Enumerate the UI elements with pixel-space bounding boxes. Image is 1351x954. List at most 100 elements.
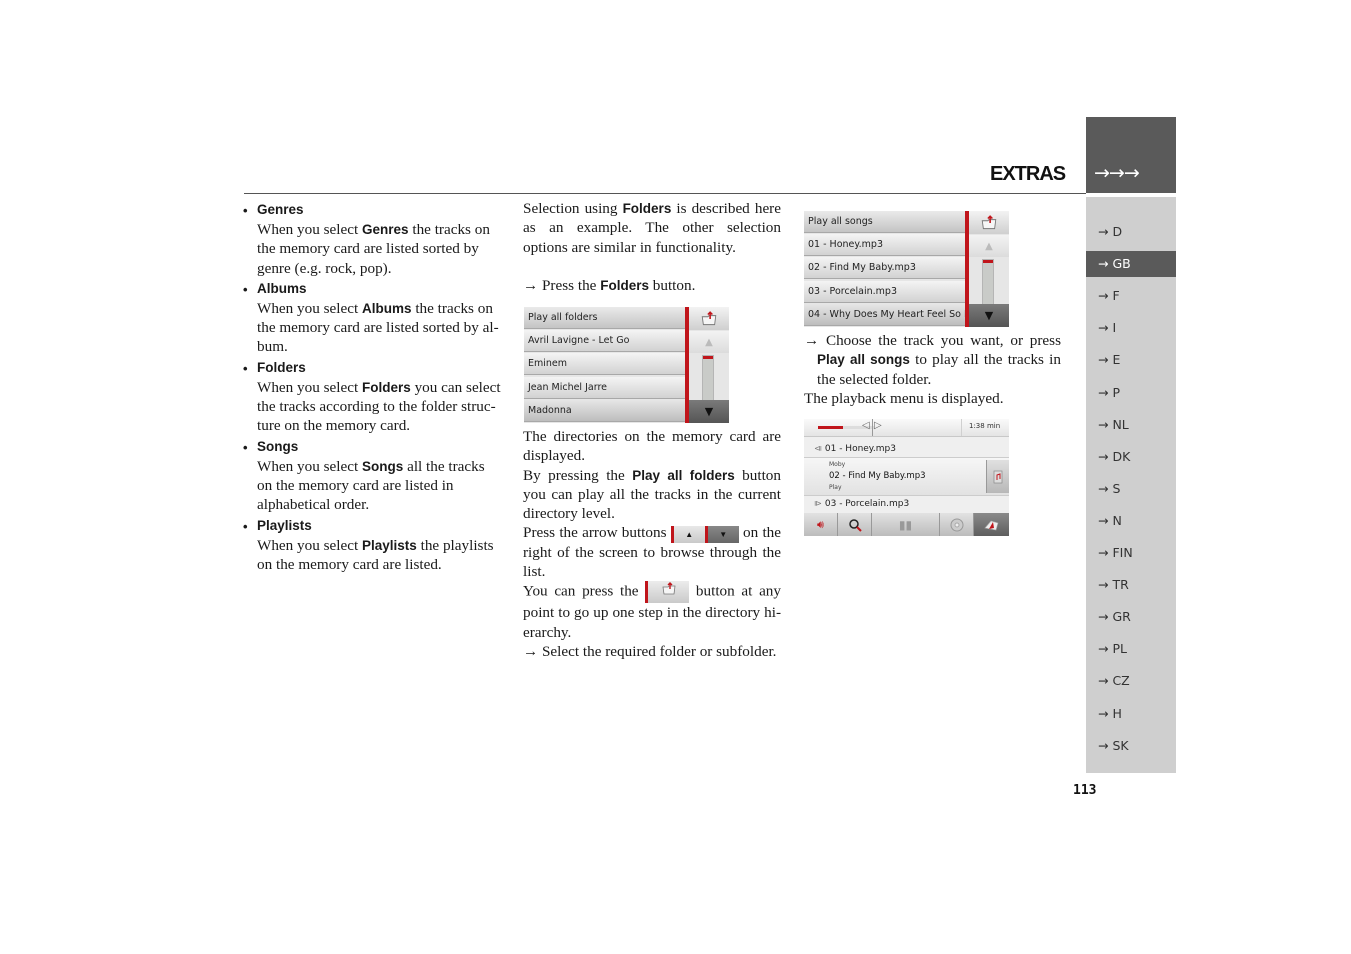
language-link[interactable]: → H	[1086, 701, 1176, 727]
disc-icon	[950, 518, 963, 531]
folder-up-button[interactable]	[689, 307, 729, 330]
language-link[interactable]: → N	[1086, 508, 1176, 534]
language-link[interactable]: → TR	[1086, 572, 1176, 598]
arrow-down-icon: ▼	[704, 405, 714, 418]
intro-paragraph: Selection using Folders is described her…	[523, 200, 781, 256]
music-file-icon	[993, 470, 1003, 483]
option-term: Songs	[257, 438, 299, 454]
language-link[interactable]: → FIN	[1086, 540, 1176, 566]
bullet-icon: •	[243, 439, 248, 455]
prev-track-title: 01 - Honey.mp3	[824, 444, 896, 454]
disc-button[interactable]	[940, 513, 974, 536]
folder-up-button[interactable]	[969, 211, 1009, 234]
directories-paragraph: The directories on the memory card are d…	[523, 428, 781, 465]
folder-browser-screen: Play all folders Avril Lavigne - Let Go Em…	[524, 307, 729, 423]
scroll-down-button[interactable]: ▼	[969, 304, 1009, 327]
page-number: 113	[1073, 783, 1097, 798]
language-link[interactable]: → NL	[1086, 412, 1176, 438]
column-3-body: → Choose the track you want, or press Pl…	[804, 331, 1061, 408]
scrollbar[interactable]	[702, 355, 714, 401]
list-row[interactable]: 03 - Porcelain.mp3	[804, 280, 969, 303]
language-link[interactable]: → I	[1086, 315, 1176, 341]
language-link[interactable]: → E	[1086, 347, 1176, 373]
arrow-down-button-image: ▼	[704, 525, 739, 543]
pause-icon: ▮▮	[898, 517, 913, 532]
list-row[interactable]: 04 - Why Does My Heart Feel So B...	[804, 303, 969, 326]
selection-options-list: • Genres When you select Genres the tracks…	[243, 199, 501, 574]
list-row[interactable]: 01 - Honey.mp3	[804, 234, 969, 257]
skip-back-icon: ⧏	[814, 444, 822, 453]
divider	[961, 419, 962, 436]
play-all-button[interactable]: Play all folders	[524, 307, 689, 329]
step-press-folders: → Press the Folders button.	[523, 276, 696, 294]
step-select-folder: → Select the required folder or subfolde…	[523, 642, 777, 660]
folder-up-icon	[981, 214, 997, 229]
play-all-folders-paragraph: By pressing the Play all folders button …	[523, 466, 781, 523]
speaker-icon: 🔊︎	[817, 517, 824, 531]
bullet-icon: •	[243, 281, 248, 297]
playback-menu-paragraph: The playback menu is displayed.	[804, 389, 1004, 407]
progress-area: ◁ ▷ 1:38 min	[804, 419, 1009, 437]
bullet-icon: •	[243, 203, 248, 218]
playback-status: Play	[829, 484, 842, 491]
arrow-buttons-paragraph: Press the arrow buttons ▲ ▼ on the right …	[523, 524, 782, 581]
option-term: Folders	[257, 359, 306, 375]
arrow-up-button-image: ▲	[670, 525, 705, 543]
scroll-up-button[interactable]: ▲	[969, 235, 1009, 257]
scroll-up-button[interactable]: ▲	[689, 331, 729, 353]
list-row[interactable]: Jean Michel Jarre	[524, 376, 689, 399]
volume-button[interactable]: 🔊︎	[804, 513, 838, 536]
map-navigation-icon	[983, 520, 998, 530]
option-item: • Genres When you select Genres the tracks…	[243, 200, 501, 278]
navigation-button[interactable]	[974, 513, 1009, 536]
language-link[interactable]: → PL	[1086, 636, 1176, 662]
next-track-title: 03 - Porcelain.mp3	[824, 499, 910, 509]
rewind-icon[interactable]: ◁	[862, 420, 870, 431]
step-choose-track: → Choose the track you want, or press Pl…	[804, 332, 1061, 388]
prev-track-row[interactable]: ⧏ 01 - Honey.mp3	[804, 441, 1009, 457]
bullet-icon: •	[243, 518, 248, 534]
scroll-down-button[interactable]: ▼	[689, 400, 729, 423]
option-term: Genres	[257, 202, 304, 217]
scrollbar-thumb[interactable]	[703, 356, 713, 359]
list-row[interactable]: Avril Lavigne - Let Go	[524, 330, 689, 353]
search-button[interactable]	[838, 513, 872, 536]
option-item: • Songs When you select Songs all the trac…	[243, 437, 501, 515]
option-description: When you select Folders you can select t…	[257, 378, 501, 435]
language-link[interactable]: → D	[1086, 219, 1176, 245]
elapsed-time: 1:38 min	[969, 422, 1001, 430]
header-rule	[244, 193, 1086, 194]
option-description: When you select Albums the tracks on the…	[257, 299, 499, 356]
column-2-body: The directories on the memory card are d…	[523, 427, 781, 661]
next-track-row[interactable]: ⧐ 03 - Porcelain.mp3	[804, 495, 1009, 512]
play-all-button[interactable]: Play all songs	[804, 211, 969, 233]
language-link[interactable]: → P	[1086, 380, 1176, 406]
option-description: When you select Genres the tracks on the…	[257, 221, 490, 277]
language-link[interactable]: → GB	[1086, 251, 1176, 278]
language-link[interactable]: → DK	[1086, 444, 1176, 470]
list-row[interactable]: Madonna	[524, 399, 689, 422]
language-link[interactable]: → F	[1086, 283, 1176, 309]
column-2: Selection using Folders is described her…	[523, 199, 781, 295]
list-row[interactable]: Eminem	[524, 353, 689, 376]
list-row[interactable]: 02 - Find My Baby.mp3	[804, 257, 969, 280]
option-item: • Folders When you select Folders you can …	[243, 358, 501, 436]
language-link[interactable]: → GR	[1086, 604, 1176, 630]
back-button-paragraph: You can press the button at any point to…	[523, 581, 781, 641]
folder-up-icon	[701, 310, 717, 325]
language-link[interactable]: → CZ	[1086, 668, 1176, 694]
option-item: • Albums When you select Albums the tracks…	[243, 279, 501, 357]
playback-toolbar: 🔊︎ ▮▮	[804, 513, 1009, 536]
bullet-icon: •	[243, 360, 248, 376]
scrollbar[interactable]	[982, 259, 994, 305]
scrollbar-thumb[interactable]	[983, 260, 993, 263]
pause-button[interactable]: ▮▮	[872, 513, 940, 536]
skip-forward-icon: ⧐	[814, 499, 822, 508]
language-link[interactable]: → SK	[1086, 733, 1176, 759]
forward-icon[interactable]: ▷	[874, 420, 882, 431]
option-term: Albums	[257, 280, 307, 296]
track-info-button[interactable]	[986, 460, 1009, 493]
language-link[interactable]: → S	[1086, 476, 1176, 502]
option-item: • Playlists When you select Playlists the …	[243, 516, 501, 575]
current-track-title: 02 - Find My Baby.mp3	[829, 471, 926, 481]
